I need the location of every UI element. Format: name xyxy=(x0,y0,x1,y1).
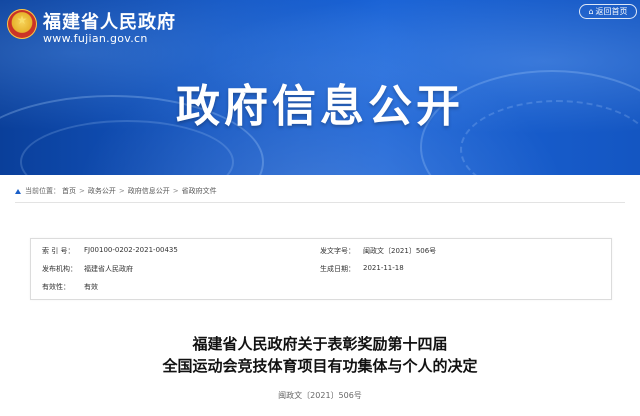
site-url: www.fujian.gov.cn xyxy=(43,32,148,45)
meta-row: 有效性： 有效 xyxy=(31,282,611,298)
breadcrumb-separator: > xyxy=(79,187,85,195)
document-meta-box: 索 引 号： FJ00100-0202-2021-00435 发文字号： 闽政文… xyxy=(30,238,612,300)
breadcrumb-separator: > xyxy=(172,187,179,195)
banner-title: 政府信息公开 xyxy=(176,81,464,132)
breadcrumb-item-home[interactable]: 首页 xyxy=(62,186,76,196)
site-name[interactable]: 福建省人民政府 xyxy=(43,8,176,34)
breadcrumb-item-provincial-documents[interactable]: 省政府文件 xyxy=(182,186,217,196)
page: ★ 福建省人民政府 www.fujian.gov.cn ⌂ 返回首页 政府信息公… xyxy=(0,0,640,416)
index-value: FJ00100-0202-2021-00435 xyxy=(84,246,178,254)
document-number: 闽政文〔2021〕506号 xyxy=(278,391,362,400)
index-label: 索 引 号： xyxy=(42,247,75,255)
breadcrumb-item-government-affairs[interactable]: 政务公开 xyxy=(88,186,116,196)
star-icon: ★ xyxy=(16,13,28,27)
document-title-line2: 全国运动会竞技体育项目有功集体与个人的决定 xyxy=(162,357,478,375)
meta-row: 发布机构： 福建省人民政府 生成日期： 2021-11-18 xyxy=(31,264,611,280)
meta-row: 索 引 号： FJ00100-0202-2021-00435 发文字号： 闽政文… xyxy=(31,246,611,262)
issuer-label: 发布机构： xyxy=(42,265,77,273)
doc-number-label: 发文字号： xyxy=(320,247,355,255)
breadcrumb-separator: > xyxy=(118,187,125,195)
return-home-label: 返回首页 xyxy=(595,7,628,16)
validity-value: 有效 xyxy=(84,283,98,291)
doc-number-value: 闽政文〔2021〕506号 xyxy=(363,247,437,255)
home-icon: ⌂ xyxy=(588,6,594,16)
breadcrumb: 当前位置： 首页 > 政务公开 > 政府信息公开 > 省政府文件 xyxy=(15,180,625,203)
return-home-button[interactable]: ⌂ 返回首页 xyxy=(579,4,637,19)
issuer-value: 福建省人民政府 xyxy=(84,265,133,273)
location-icon xyxy=(15,188,21,194)
breadcrumb-prefix: 当前位置： xyxy=(25,187,60,195)
date-value: 2021-11-18 xyxy=(363,264,404,272)
date-label: 生成日期： xyxy=(320,265,355,273)
document-title-line1: 福建省人民政府关于表彰奖励第十四届 xyxy=(192,335,448,353)
validity-label: 有效性： xyxy=(42,283,70,291)
national-emblem-icon[interactable]: ★ xyxy=(7,9,37,39)
header-banner: ★ 福建省人民政府 www.fujian.gov.cn ⌂ 返回首页 政府信息公… xyxy=(0,0,640,175)
breadcrumb-item-info-disclosure[interactable]: 政府信息公开 xyxy=(128,186,170,196)
document-title: 福建省人民政府关于表彰奖励第十四届 全国运动会竞技体育项目有功集体与个人的决定 xyxy=(0,333,640,377)
